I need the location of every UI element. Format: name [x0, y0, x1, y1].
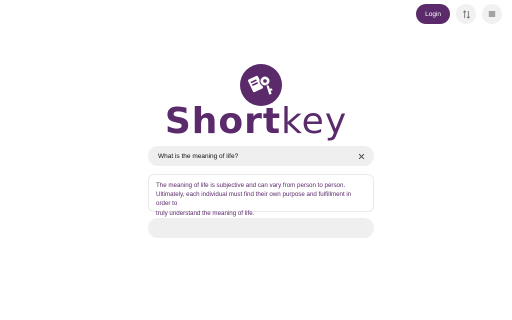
answer-card: The meaning of life is subjective and ca… [148, 174, 374, 217]
search-input[interactable] [156, 151, 356, 161]
brand-name-part2: key [281, 101, 348, 142]
answer-line: The meaning of life is subjective and ca… [156, 182, 346, 189]
brand-name-part1: Short [164, 101, 282, 142]
clear-search-button[interactable] [356, 151, 366, 161]
answer-line: truly understand the meaning of life. [156, 209, 255, 217]
sort-button[interactable] [456, 4, 476, 24]
followup-input[interactable] [148, 218, 374, 238]
top-toolbar: Login [416, 4, 502, 24]
menu-icon [488, 11, 496, 17]
login-button[interactable]: Login [416, 4, 450, 24]
close-icon [358, 153, 364, 159]
menu-button[interactable] [482, 4, 502, 24]
brand-name: Shortkey [0, 100, 512, 144]
search-bar [148, 146, 374, 166]
sort-icon [462, 9, 470, 19]
key-card-icon [248, 75, 274, 96]
answer-line: Ultimately, each individual must find th… [156, 191, 352, 208]
